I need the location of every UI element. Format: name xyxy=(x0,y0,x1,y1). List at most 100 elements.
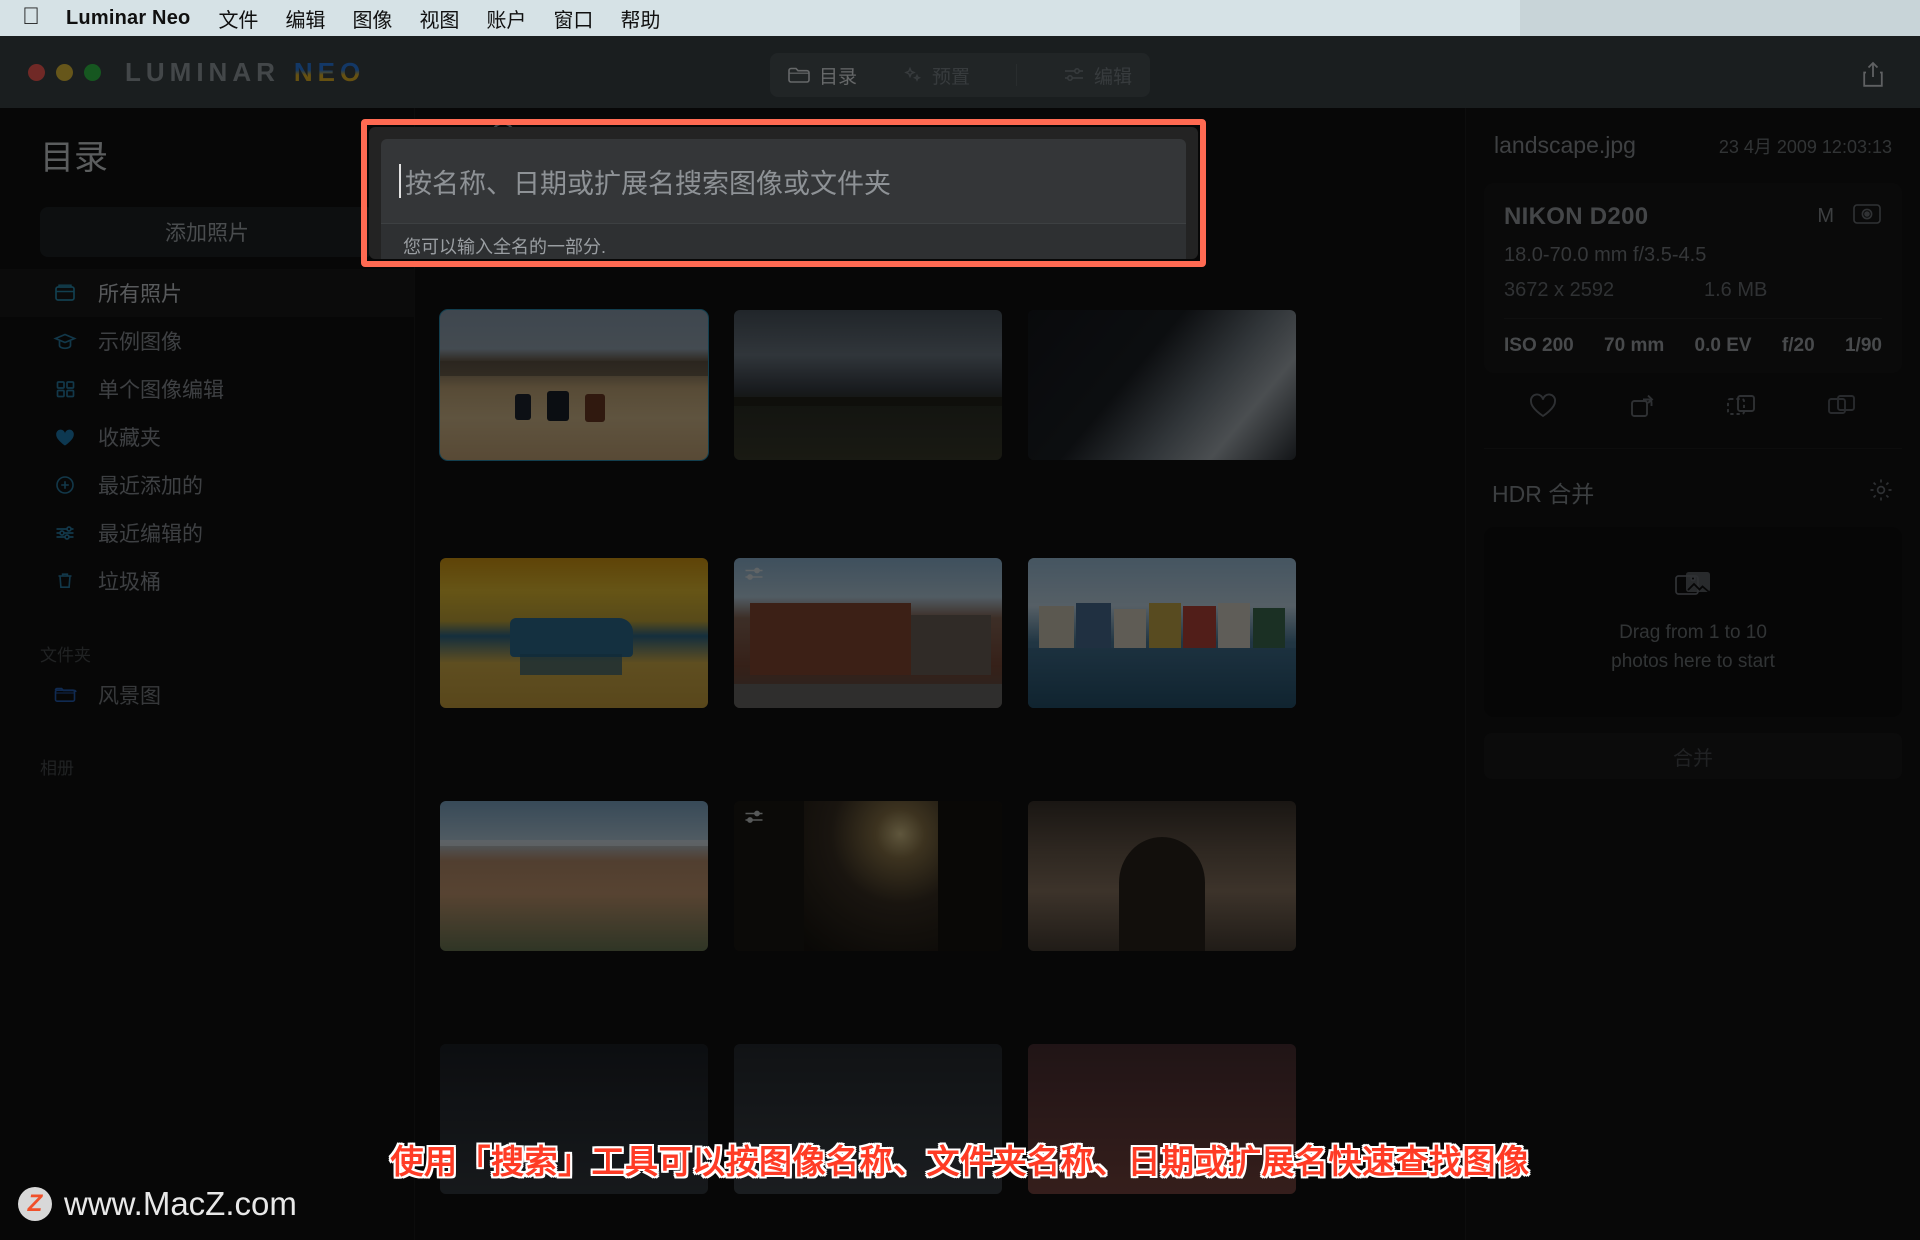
tab-presets-label: 预置 xyxy=(932,66,971,88)
rotate-icon[interactable] xyxy=(1626,391,1658,426)
sidebar-item-trash[interactable]: 垃圾桶 xyxy=(0,557,414,605)
right-info-panel: landscape.jpg 23 4月 2009 12:03:13 NIKON … xyxy=(1465,108,1920,1240)
photo-thumbnail-clouds-dark[interactable] xyxy=(1028,310,1296,460)
hdr-merge-header: HDR 合并 xyxy=(1484,475,1902,509)
tab-catalog[interactable]: 目录 xyxy=(788,62,857,89)
hdr-dropzone-line1: Drag from 1 to 10 xyxy=(1619,622,1767,643)
menubar-app-name[interactable]: Luminar Neo xyxy=(66,7,190,30)
menu-item-view[interactable]: 视图 xyxy=(419,4,459,33)
copy-dashed-icon[interactable] xyxy=(1724,391,1758,426)
photo-thumbnail-brick-main-street[interactable] xyxy=(734,558,1002,708)
hdr-merge-button[interactable]: 合并 xyxy=(1484,733,1902,779)
menu-item-file[interactable]: 文件 xyxy=(218,4,258,33)
edit-badge-icon xyxy=(744,809,764,830)
exif-focal-length: 70 mm xyxy=(1604,335,1665,356)
app-body: 目录 添加照片 所有照片 示例图像 单个图像编辑 收藏夹 最近添加的 最近编辑的… xyxy=(0,108,1920,1240)
plus-circle-icon xyxy=(52,472,78,498)
menu-item-window[interactable]: 窗口 xyxy=(553,4,593,33)
sidebar-item-sample-images[interactable]: 示例图像 xyxy=(0,317,414,365)
sidebar-item-favorites-label: 收藏夹 xyxy=(98,427,161,450)
lens-info: 18.0-70.0 mm f/3.5-4.5 xyxy=(1504,244,1707,266)
photo-action-bar xyxy=(1484,373,1902,449)
tab-separator xyxy=(1016,64,1017,86)
tab-edit-label: 编辑 xyxy=(1093,66,1132,88)
photo-thumbnail-night-alley-lamp[interactable] xyxy=(734,801,1002,951)
heart-icon[interactable] xyxy=(1527,391,1559,426)
folder-icon xyxy=(788,66,810,84)
photo-header: landscape.jpg 23 4月 2009 12:03:13 xyxy=(1466,108,1920,159)
camera-row: NIKON D200 M xyxy=(1504,201,1882,232)
app-title-bar: LUMINAR NEO 目录 预置 编辑 xyxy=(0,36,1920,108)
photo-filename: landscape.jpg xyxy=(1494,132,1636,158)
hdr-dropzone[interactable]: Drag from 1 to 10 photos here to start xyxy=(1484,527,1902,717)
sidebar-folder-landscape-label: 风景图 xyxy=(98,685,161,708)
camera-model: NIKON D200 xyxy=(1504,202,1649,230)
sliders-icon xyxy=(1063,66,1085,84)
share-upload-icon[interactable] xyxy=(1856,58,1890,92)
photo-thumbnail-dark-field-storm[interactable] xyxy=(734,310,1002,460)
sidebar-item-single-image-edit-label: 单个图像编辑 xyxy=(98,379,224,402)
gear-icon[interactable] xyxy=(1868,477,1894,508)
sidebar-item-recently-edited-label: 最近编辑的 xyxy=(98,523,203,546)
photo-thumbnail-iceberg-golden-sunset[interactable] xyxy=(440,558,708,708)
menu-item-account[interactable]: 账户 xyxy=(486,4,526,33)
watermark-text: www.MacZ.com xyxy=(64,1185,297,1222)
sidebar-section-folders: 文件夹 xyxy=(40,646,91,665)
luminar-neo-logo: LUMINAR NEO xyxy=(125,57,365,88)
folder-icon xyxy=(52,682,78,708)
sidebar-item-sample-images-label: 示例图像 xyxy=(98,331,182,354)
hdr-dropzone-line2: photos here to start xyxy=(1611,650,1775,672)
photo-thumbnail-stone-archway[interactable] xyxy=(1028,801,1296,951)
sidebar-item-single-image-edit[interactable]: 单个图像编辑 xyxy=(0,365,414,413)
exif-exposure-compensation: 0.0 EV xyxy=(1694,335,1752,356)
menu-item-edit[interactable]: 编辑 xyxy=(285,4,325,33)
sidebar-item-favorites[interactable]: 收藏夹 xyxy=(0,413,414,461)
image-dimensions: 3672 x 2592 xyxy=(1504,279,1615,301)
dimensions-row: 3672 x 2592 1.6 MB xyxy=(1504,279,1882,302)
minimize-window-button[interactable] xyxy=(56,63,73,81)
sidebar-nav-list: 所有照片 示例图像 单个图像编辑 收藏夹 最近添加的 最近编辑的 垃圾桶 xyxy=(0,269,414,605)
apple-logo-icon[interactable]:  xyxy=(22,4,40,29)
annotation-highlight-box xyxy=(361,119,1206,267)
tab-edit[interactable]: 编辑 xyxy=(1063,62,1132,89)
sliders-icon xyxy=(52,520,78,546)
sidebar-item-all-photos[interactable]: 所有照片 xyxy=(0,269,414,317)
logo-text-neo: NEO xyxy=(293,56,366,87)
photo-grid-row xyxy=(440,801,1296,951)
image-filesize: 1.6 MB xyxy=(1704,279,1768,301)
close-window-button[interactable] xyxy=(28,63,45,81)
window-traffic-lights xyxy=(28,63,101,81)
sidebar-item-recently-added[interactable]: 最近添加的 xyxy=(0,461,414,509)
sparkle-icon xyxy=(903,65,923,85)
exif-card: NIKON D200 M 18.0-70.0 mm f/3.5-4.5 3672… xyxy=(1484,183,1902,373)
add-photos-label: 添加照片 xyxy=(165,222,249,245)
photos-stack-icon xyxy=(1673,568,1713,607)
logo-text-luminar: LUMINAR xyxy=(125,56,280,87)
edit-badge-icon xyxy=(744,566,764,587)
menu-item-image[interactable]: 图像 xyxy=(352,4,392,33)
trash-icon xyxy=(52,568,78,594)
maximize-window-button[interactable] xyxy=(84,63,101,81)
tab-presets[interactable]: 预置 xyxy=(903,62,970,89)
sidebar-item-recently-edited[interactable]: 最近编辑的 xyxy=(0,509,414,557)
photo-capture-date: 23 4月 2009 12:03:13 xyxy=(1718,137,1892,157)
stack-icon[interactable] xyxy=(1825,391,1859,426)
macos-menu-bar:  Luminar Neo 文件 编辑 图像 视图 账户 窗口 帮助 xyxy=(0,0,1920,36)
photo-grid-row xyxy=(439,309,1296,461)
sidebar-item-trash-label: 垃圾桶 xyxy=(98,571,161,594)
library-icon xyxy=(52,280,78,306)
screenshot-root:  Luminar Neo 文件 编辑 图像 视图 账户 窗口 帮助 LUMIN… xyxy=(0,0,1920,1240)
menubar-right-fill xyxy=(1520,0,1920,36)
exif-values-row: ISO 200 70 mm 0.0 EV f/20 1/90 xyxy=(1504,318,1882,373)
add-photos-button[interactable]: 添加照片 xyxy=(40,207,374,257)
photo-grid-row xyxy=(440,558,1296,708)
photo-grid xyxy=(415,108,1465,1240)
photo-thumbnail-burano-colored-houses[interactable] xyxy=(1028,558,1296,708)
graduation-cap-icon xyxy=(52,328,78,354)
sidebar-folder-landscape[interactable]: 风景图 xyxy=(0,672,414,718)
photo-thumbnail-canyon-hoodoos[interactable] xyxy=(440,801,708,951)
menu-item-help[interactable]: 帮助 xyxy=(620,4,660,33)
photo-thumbnail-cattle-on-dirt-road[interactable] xyxy=(439,309,709,461)
sidebar-title: 目录 xyxy=(40,139,108,177)
hdr-merge-panel: HDR 合并 Drag from 1 to 10 photos here to … xyxy=(1484,475,1902,779)
